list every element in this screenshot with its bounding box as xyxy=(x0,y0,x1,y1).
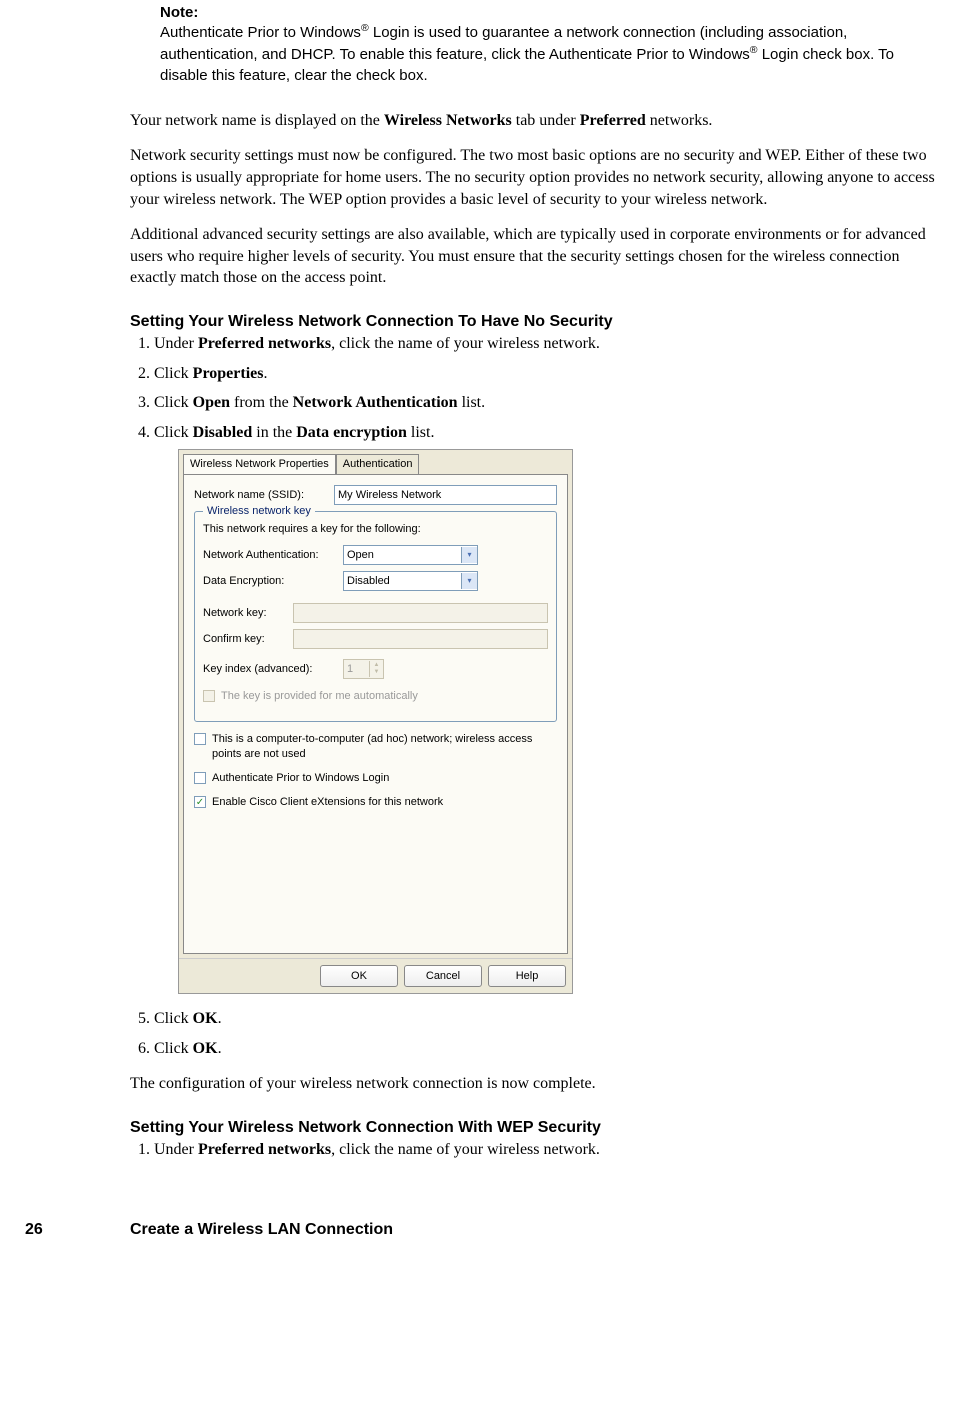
data-encryption-select[interactable]: Disabled ▾ xyxy=(343,571,478,591)
dialog-screenshot: Wireless Network Properties Authenticati… xyxy=(178,449,939,994)
steps-wep: Under Preferred networks, click the name… xyxy=(130,1139,939,1161)
spinner-buttons-icon: ▲▼ xyxy=(369,661,383,677)
cisco-extensions-checkbox[interactable]: ✓ xyxy=(194,796,206,808)
note-block: Note: Authenticate Prior to Windows® Log… xyxy=(160,4,939,86)
adhoc-label: This is a computer-to-computer (ad hoc) … xyxy=(212,732,557,761)
authenticate-prior-label: Authenticate Prior to Windows Login xyxy=(212,771,389,785)
key-intro-text: This network requires a key for the foll… xyxy=(203,522,548,537)
ssid-input[interactable]: My Wireless Network xyxy=(334,485,557,505)
cancel-button[interactable]: Cancel xyxy=(404,965,482,987)
paragraph: Your network name is displayed on the Wi… xyxy=(130,110,939,132)
network-key-input[interactable] xyxy=(293,603,548,623)
encryption-label: Data Encryption: xyxy=(203,574,343,589)
auth-label: Network Authentication: xyxy=(203,548,343,563)
paragraph: Network security settings must now be co… xyxy=(130,145,939,210)
confirm-key-label: Confirm key: xyxy=(203,632,293,647)
cisco-extensions-label: Enable Cisco Client eXtensions for this … xyxy=(212,795,443,809)
chevron-down-icon: ▾ xyxy=(461,547,477,563)
paragraph: Additional advanced security settings ar… xyxy=(130,224,939,289)
help-button[interactable]: Help xyxy=(488,965,566,987)
adhoc-checkbox[interactable] xyxy=(194,733,206,745)
footer-title: Create a Wireless LAN Connection xyxy=(130,1221,393,1238)
confirm-key-input[interactable] xyxy=(293,629,548,649)
steps-no-security: Under Preferred networks, click the name… xyxy=(130,333,939,1059)
step-item: Click Disabled in the Data encryption li… xyxy=(154,422,939,994)
step-item: Under Preferred networks, click the name… xyxy=(154,1139,939,1161)
page-number: 26 xyxy=(25,1221,43,1239)
step-item: Click OK. xyxy=(154,1038,939,1060)
fieldset-legend: Wireless network key xyxy=(203,504,315,519)
network-authentication-select[interactable]: Open ▾ xyxy=(343,545,478,565)
heading-wep-security: Setting Your Wireless Network Connection… xyxy=(130,1119,939,1137)
note-title: Note: xyxy=(160,4,939,21)
note-body: Authenticate Prior to Windows® Login is … xyxy=(160,21,939,86)
autokey-label: The key is provided for me automatically xyxy=(221,689,418,703)
tab-bar: Wireless Network Properties Authenticati… xyxy=(179,450,572,474)
chevron-down-icon: ▾ xyxy=(461,573,477,589)
autokey-checkbox[interactable] xyxy=(203,690,215,702)
authenticate-prior-checkbox[interactable] xyxy=(194,772,206,784)
ok-button[interactable]: OK xyxy=(320,965,398,987)
step-item: Click OK. xyxy=(154,1008,939,1030)
wireless-properties-dialog: Wireless Network Properties Authenticati… xyxy=(178,449,573,994)
wireless-key-fieldset: Wireless network key This network requir… xyxy=(194,511,557,722)
paragraph: The configuration of your wireless netwo… xyxy=(130,1073,939,1095)
ssid-label: Network name (SSID): xyxy=(194,488,334,503)
key-index-spinner[interactable]: 1 ▲▼ xyxy=(343,659,384,679)
step-item: Under Preferred networks, click the name… xyxy=(154,333,939,355)
page-footer: 26 Create a Wireless LAN Connection xyxy=(130,1221,939,1239)
step-item: Click Open from the Network Authenticati… xyxy=(154,392,939,414)
tab-authentication[interactable]: Authentication xyxy=(336,454,420,474)
key-index-label: Key index (advanced): xyxy=(203,662,343,677)
tab-wireless-properties[interactable]: Wireless Network Properties xyxy=(183,454,336,474)
heading-no-security: Setting Your Wireless Network Connection… xyxy=(130,313,939,331)
network-key-label: Network key: xyxy=(203,606,293,621)
step-item: Click Properties. xyxy=(154,363,939,385)
